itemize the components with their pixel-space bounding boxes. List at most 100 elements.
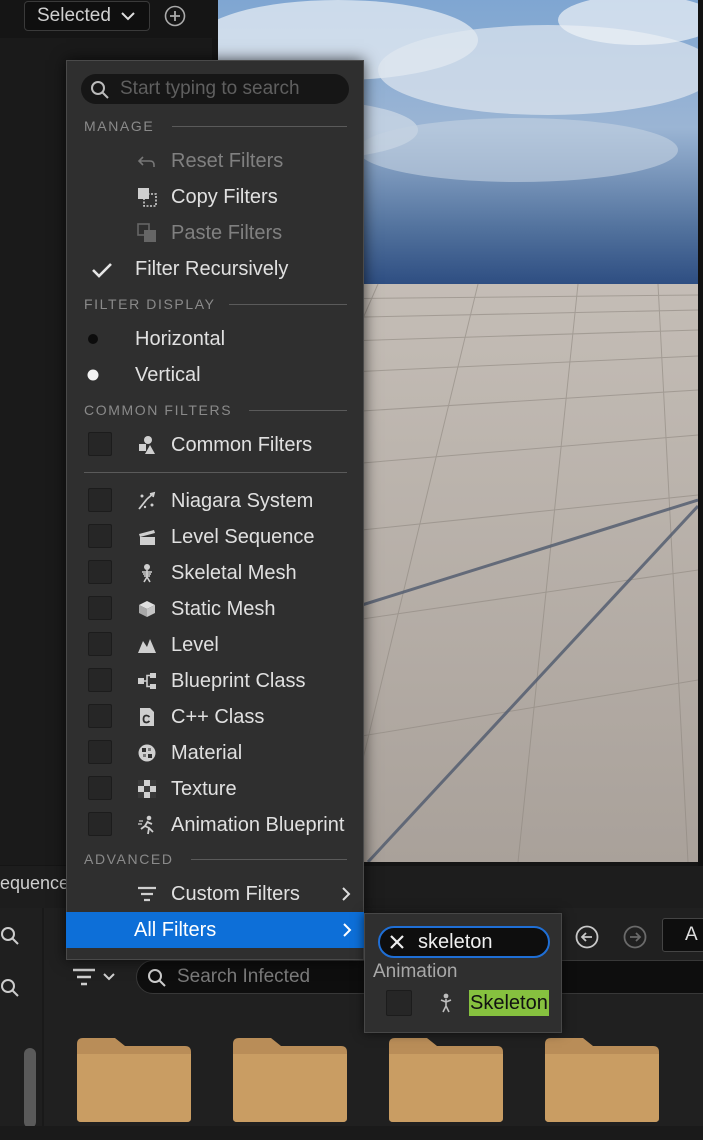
checkbox[interactable] xyxy=(88,488,112,512)
filter-niagara-system[interactable]: Niagara System xyxy=(67,483,363,519)
checkbox[interactable] xyxy=(88,704,112,728)
filter-recursively-item[interactable]: Filter Recursively xyxy=(67,251,363,287)
filter-skeletal-mesh[interactable]: Skeletal Mesh xyxy=(67,555,363,591)
vertical-label: Vertical xyxy=(135,364,201,386)
asset-search-placeholder: Search Infected xyxy=(177,966,311,987)
status-strip xyxy=(0,1126,703,1140)
chevron-right-icon xyxy=(342,887,351,901)
folder-icon[interactable] xyxy=(387,1034,505,1124)
shapes-icon xyxy=(139,436,155,454)
checkbox[interactable] xyxy=(88,776,112,800)
filter-level[interactable]: Level xyxy=(67,627,363,663)
checkbox[interactable] xyxy=(88,812,112,836)
common-filters-label: Common Filters xyxy=(171,434,313,456)
search-icon[interactable] xyxy=(0,926,20,946)
selected-dropdown[interactable]: Selected xyxy=(24,1,150,31)
sequencer-tab[interactable]: equence xyxy=(0,873,69,894)
section-common-filters: COMMON FILTERS xyxy=(84,402,233,418)
checkbox[interactable] xyxy=(88,524,112,548)
menu-search-placeholder: Start typing to search xyxy=(120,78,300,99)
paste-filters-label: Paste Filters xyxy=(171,222,283,244)
search-icon[interactable] xyxy=(0,978,20,998)
filter-label: Static Mesh xyxy=(171,598,276,620)
back-arrow-icon[interactable] xyxy=(574,924,600,950)
submenu-search-value: skeleton xyxy=(418,931,493,953)
chevron-down-icon xyxy=(121,12,135,21)
filter-animation-blueprint[interactable]: Animation Blueprint xyxy=(67,807,363,843)
search-icon xyxy=(148,969,166,987)
folder-icon[interactable] xyxy=(75,1034,193,1124)
outliner-toolbar: Selected xyxy=(0,0,218,38)
section-advanced: ADVANCED xyxy=(84,851,174,867)
folder-icon[interactable] xyxy=(231,1034,349,1124)
radio-unselected-icon xyxy=(88,334,98,344)
path-label: A xyxy=(685,924,698,945)
checkbox[interactable] xyxy=(88,432,112,456)
filter-label: Blueprint Class xyxy=(171,670,306,692)
section-divider xyxy=(249,410,347,411)
common-filters-item[interactable]: Common Filters xyxy=(67,427,363,463)
filter-icon[interactable] xyxy=(70,966,120,990)
category-animation: Animation xyxy=(373,961,458,982)
copy-icon xyxy=(138,188,157,207)
forward-arrow-icon[interactable] xyxy=(622,924,648,950)
checkbox[interactable] xyxy=(88,632,112,656)
filter-icon xyxy=(138,886,156,902)
custom-filters-label: Custom Filters xyxy=(171,883,300,905)
vertical-option[interactable]: Vertical xyxy=(67,357,363,393)
section-manage: MANAGE xyxy=(84,118,155,134)
section-filter-display: FILTER DISPLAY xyxy=(84,296,216,312)
paste-icon xyxy=(137,223,156,242)
filter-recursively-label: Filter Recursively xyxy=(135,258,289,280)
filter-static-mesh[interactable]: Static Mesh xyxy=(67,591,363,627)
radio-selected-icon xyxy=(87,369,99,381)
horizontal-option[interactable]: Horizontal xyxy=(67,321,363,357)
all-filters-label: All Filters xyxy=(134,919,217,941)
filter-texture[interactable]: Texture xyxy=(67,771,363,807)
checkbox[interactable] xyxy=(88,596,112,620)
skeleton-label: Skeleton xyxy=(469,990,549,1016)
filter-label: Animation Blueprint xyxy=(171,814,345,836)
blueprint-icon xyxy=(138,673,156,689)
filter-level-sequence[interactable]: Level Sequence xyxy=(67,519,363,555)
section-divider xyxy=(191,859,347,860)
submenu-search-input[interactable]: skeleton xyxy=(378,926,550,958)
filter-skeleton[interactable]: Skeleton xyxy=(365,986,561,1022)
reset-filters-item[interactable]: Reset Filters xyxy=(67,143,363,179)
checkbox[interactable] xyxy=(88,740,112,764)
clear-icon[interactable] xyxy=(389,934,405,950)
skeleton-figure-icon xyxy=(440,993,452,1013)
checkbox[interactable] xyxy=(88,668,112,692)
material-sphere-icon xyxy=(138,744,156,762)
paste-filters-item[interactable]: Paste Filters xyxy=(67,215,363,251)
filter-label: Niagara System xyxy=(171,490,314,512)
check-icon xyxy=(92,263,112,278)
folder-icon[interactable] xyxy=(543,1034,661,1124)
all-filters-item[interactable]: All Filters xyxy=(66,912,364,948)
add-circle-icon[interactable] xyxy=(164,5,186,27)
menu-separator xyxy=(84,472,347,473)
menu-search-input[interactable]: Start typing to search xyxy=(81,74,349,104)
filter-blueprint-class[interactable]: Blueprint Class xyxy=(67,663,363,699)
search-icon xyxy=(91,81,109,99)
custom-filters-item[interactable]: Custom Filters xyxy=(67,876,363,912)
path-breadcrumb[interactable]: A xyxy=(662,918,703,952)
panel-divider xyxy=(698,0,703,870)
filter-menu: Start typing to search MANAGE Reset Filt… xyxy=(66,60,364,960)
checkbox[interactable] xyxy=(386,990,412,1016)
undo-icon xyxy=(137,156,155,167)
filter-cpp-class[interactable]: C++ Class xyxy=(67,699,363,735)
section-divider xyxy=(229,304,347,305)
scrollbar[interactable] xyxy=(24,1048,36,1128)
filter-label: Texture xyxy=(171,778,237,800)
filter-material[interactable]: Material xyxy=(67,735,363,771)
chevron-right-icon xyxy=(343,923,352,937)
all-filters-submenu: skeleton Animation Skeleton xyxy=(364,913,562,1033)
filter-label: C++ Class xyxy=(171,706,265,728)
checkbox[interactable] xyxy=(88,560,112,584)
filter-label: Material xyxy=(171,742,243,764)
niagara-icon xyxy=(138,491,156,510)
skeleton-icon xyxy=(142,564,152,583)
copy-filters-item[interactable]: Copy Filters xyxy=(67,179,363,215)
filter-label: Level Sequence xyxy=(171,526,315,548)
